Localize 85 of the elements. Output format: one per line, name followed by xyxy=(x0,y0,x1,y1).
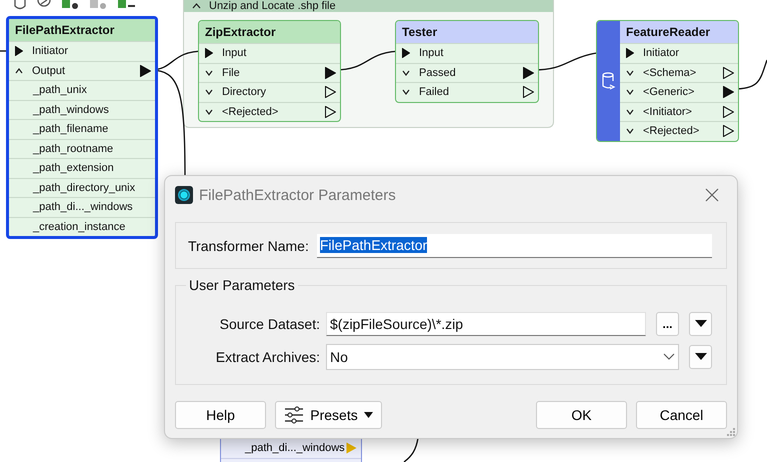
sliders-icon xyxy=(284,406,304,424)
hollow-arrow-icon[interactable] xyxy=(523,86,534,98)
attribute-label: _path_di..._windows xyxy=(33,201,133,214)
chevron-down-icon xyxy=(663,353,675,360)
presets-button[interactable]: Presets xyxy=(275,401,382,429)
menu-button[interactable] xyxy=(689,312,712,336)
database-icon xyxy=(602,72,616,90)
chevron-down-icon[interactable] xyxy=(205,108,213,115)
port-label: Output xyxy=(32,64,66,77)
chevron-down-icon[interactable] xyxy=(402,89,410,96)
transformer-node[interactable]: FilePathExtractor Initiator Output _path_unix _path_windows _path_filename _path_rootname _path_extension _path_directory_unix _path_di..._windows _creation_instance xyxy=(6,16,158,239)
dropdown-field[interactable]: No xyxy=(326,344,679,370)
chevron-up-icon[interactable] xyxy=(15,68,23,74)
app-logo-icon xyxy=(175,186,193,204)
port-label: <Generic> xyxy=(643,86,694,98)
chevron-up-icon[interactable] xyxy=(192,3,201,9)
port-label: Initiator xyxy=(32,45,68,58)
port-label: <Initiator> xyxy=(643,106,692,118)
bookmark-title: Unzip and Locate .shp file xyxy=(209,0,336,12)
port-label: Directory xyxy=(222,86,266,98)
dialog-title: FilePathExtractor Parameters xyxy=(199,186,396,204)
caret-icon xyxy=(364,412,373,418)
attribute-label: _path_rootname xyxy=(33,142,114,155)
chevron-down-icon[interactable] xyxy=(626,89,634,96)
node-title: Tester xyxy=(396,21,538,43)
caret-icon xyxy=(694,353,706,360)
field-label: Source Dataset: xyxy=(218,316,320,332)
dialog-button[interactable]: Cancel xyxy=(636,401,727,429)
node-title: FeatureReader xyxy=(620,21,738,43)
chevron-down-icon[interactable] xyxy=(626,108,634,115)
port-label: <Rejected> xyxy=(222,106,278,118)
chevron-down-icon[interactable] xyxy=(402,70,410,76)
port-label: Input xyxy=(222,47,246,60)
attribute-label: _path_directory_unix xyxy=(33,182,136,194)
filled-arrow-icon[interactable] xyxy=(523,66,534,79)
port-label: Passed xyxy=(419,66,456,79)
chevron-down-icon[interactable] xyxy=(626,70,634,76)
port-label: Input xyxy=(419,47,444,60)
filled-arrow-icon[interactable] xyxy=(140,64,151,77)
field-label: Extract Archives: xyxy=(214,348,320,364)
transformer-node[interactable]: _path_di..._windows xyxy=(220,438,362,462)
run-step-icon[interactable] xyxy=(116,0,136,10)
node-title: ZipExtractor xyxy=(199,21,340,43)
name-input-field[interactable]: FilePathExtractor xyxy=(316,234,712,258)
hollow-arrow-icon[interactable] xyxy=(723,125,734,138)
port-label: File xyxy=(222,66,240,79)
filled-arrow-icon[interactable] xyxy=(723,86,734,98)
port-label: Initiator xyxy=(643,47,680,60)
filled-arrow-icon[interactable] xyxy=(325,66,336,79)
port-label: <Rejected> xyxy=(643,125,700,138)
field-label: Transformer Name: xyxy=(188,238,309,254)
port-label: <Schema> xyxy=(643,66,696,79)
dialog-button[interactable]: Help xyxy=(175,401,266,429)
transformer-node[interactable]: Tester Input Passed Failed xyxy=(395,20,539,102)
attribute-label: _path_unix xyxy=(33,84,87,96)
filled-arrow-icon[interactable] xyxy=(402,48,410,58)
node-title: FilePathExtractor xyxy=(9,19,155,41)
chevron-down-icon[interactable] xyxy=(205,70,213,76)
text-input-field[interactable]: $(zipFileSource)\*.zip xyxy=(326,312,646,336)
attribute-label: _path_windows xyxy=(33,104,109,116)
attribute-label: _path_di..._windows xyxy=(245,442,345,454)
hollow-arrow-icon[interactable] xyxy=(723,66,734,79)
attribute-label: _path_extension xyxy=(33,162,114,174)
chevron-down-icon[interactable] xyxy=(205,89,213,96)
connection-line xyxy=(404,438,419,462)
chevron-down-icon[interactable] xyxy=(626,128,634,134)
group-title: User Parameters xyxy=(186,277,298,293)
run-icon[interactable] xyxy=(60,0,80,10)
attribute-label: _creation_instance xyxy=(33,220,126,233)
hollow-arrow-icon[interactable] xyxy=(325,106,336,118)
transformer-node[interactable]: ZipExtractor Input File Directory <Rejected> xyxy=(198,20,341,122)
caret-icon xyxy=(694,320,706,327)
filled-arrow-icon[interactable] xyxy=(626,48,634,58)
port-label: Failed xyxy=(419,86,449,98)
close-icon[interactable] xyxy=(705,188,719,202)
attribute-label: _path_filename xyxy=(33,123,108,136)
transformer-node[interactable]: FeatureReader Initiator <Schema> <Generic> <Initiator> <Rejected> xyxy=(596,20,739,142)
menu-button[interactable] xyxy=(689,344,712,368)
hollow-arrow-icon[interactable] xyxy=(325,86,336,98)
dialog-button[interactable]: OK xyxy=(536,401,627,429)
browse-button[interactable]: ... xyxy=(656,312,679,336)
hollow-arrow-icon[interactable] xyxy=(723,106,734,118)
filled-arrow-icon[interactable] xyxy=(205,48,213,58)
filled-arrow-icon[interactable] xyxy=(15,46,23,56)
resize-grip-icon[interactable] xyxy=(726,427,735,436)
